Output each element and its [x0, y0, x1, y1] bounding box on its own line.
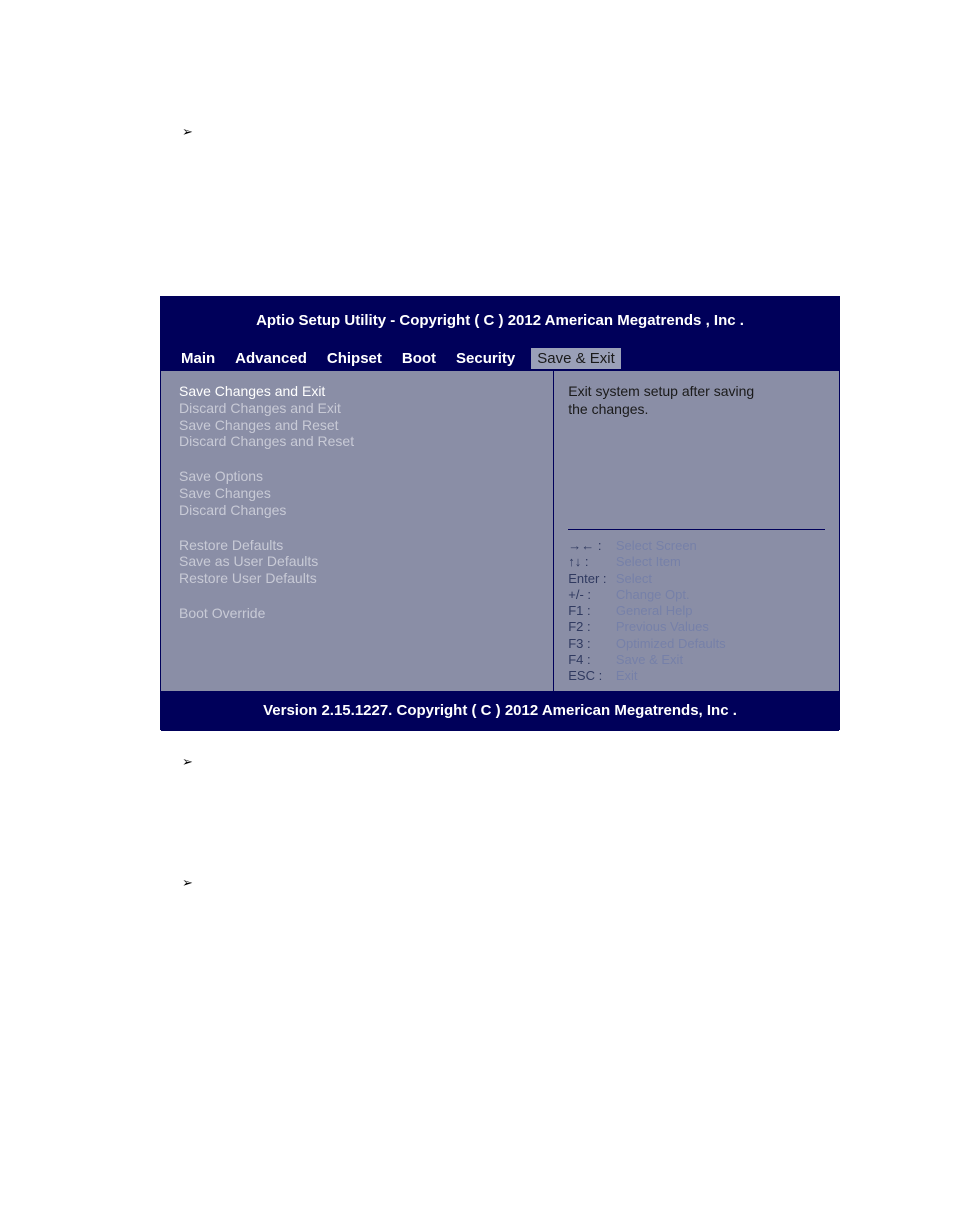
- item-boot-override[interactable]: Boot Override: [179, 605, 535, 622]
- key-f1-label: General Help: [616, 603, 693, 618]
- tab-security[interactable]: Security: [452, 349, 519, 368]
- key-f4-label: Save & Exit: [616, 652, 683, 667]
- key-f4: F4 :: [568, 652, 612, 668]
- key-f2: F2 :: [568, 619, 612, 635]
- save-options-header: Save Options: [179, 468, 535, 485]
- item-restore-user-defaults[interactable]: Restore User Defaults: [179, 570, 535, 587]
- item-save-exit[interactable]: Save Changes and Exit: [179, 383, 535, 400]
- item-discard-exit[interactable]: Discard Changes and Exit: [179, 400, 535, 417]
- bullet-icon: ➢: [182, 124, 193, 140]
- key-esc: ESC :: [568, 668, 612, 684]
- key-arrows-lr-label: Select Screen: [616, 538, 697, 553]
- key-f2-label: Previous Values: [616, 619, 709, 634]
- tab-chipset[interactable]: Chipset: [323, 349, 386, 368]
- key-f1: F1 :: [568, 603, 612, 619]
- item-save-reset[interactable]: Save Changes and Reset: [179, 417, 535, 434]
- key-plusminus-label: Change Opt.: [616, 587, 690, 602]
- bios-key-help: →← : Select Screen ↑↓ : Select Item Ente…: [568, 529, 825, 684]
- item-save-changes[interactable]: Save Changes: [179, 485, 535, 502]
- key-arrows-ud: ↑↓ :: [568, 554, 612, 570]
- tab-boot[interactable]: Boot: [398, 349, 440, 368]
- item-restore-defaults[interactable]: Restore Defaults: [179, 537, 535, 554]
- bios-body: Save Changes and Exit Discard Changes an…: [161, 371, 839, 691]
- bios-version: Version 2.15.1227. Copyright ( C ) 2012 …: [161, 691, 839, 731]
- bios-right-panel: Exit system setup after saving the chang…: [554, 371, 839, 691]
- key-f3: F3 :: [568, 636, 612, 652]
- help-description-line1: Exit system setup after saving: [568, 383, 825, 401]
- tab-advanced[interactable]: Advanced: [231, 349, 311, 368]
- key-esc-label: Exit: [616, 668, 638, 683]
- bullet-icon: ➢: [182, 754, 193, 770]
- item-discard-reset[interactable]: Discard Changes and Reset: [179, 433, 535, 450]
- tab-save-exit[interactable]: Save & Exit: [531, 348, 621, 369]
- bios-window: Aptio Setup Utility - Copyright ( C ) 20…: [160, 296, 840, 730]
- help-description-line2: the changes.: [568, 401, 825, 419]
- bios-left-panel: Save Changes and Exit Discard Changes an…: [161, 371, 554, 691]
- tab-main[interactable]: Main: [177, 349, 219, 368]
- item-discard-changes[interactable]: Discard Changes: [179, 502, 535, 519]
- document-page: ➢ Aptio Setup Utility - Copyright ( C ) …: [0, 0, 954, 1232]
- key-arrows-ud-label: Select Item: [616, 554, 681, 569]
- key-f3-label: Optimized Defaults: [616, 636, 726, 651]
- key-arrows-lr: →← :: [568, 538, 612, 554]
- bios-title: Aptio Setup Utility - Copyright ( C ) 20…: [161, 297, 839, 345]
- key-enter-label: Select: [616, 571, 652, 586]
- item-save-user-defaults[interactable]: Save as User Defaults: [179, 553, 535, 570]
- key-enter: Enter :: [568, 571, 612, 587]
- key-plusminus: +/- :: [568, 587, 612, 603]
- bullet-icon: ➢: [182, 875, 193, 891]
- bios-tabs: Main Advanced Chipset Boot Security Save…: [161, 345, 839, 371]
